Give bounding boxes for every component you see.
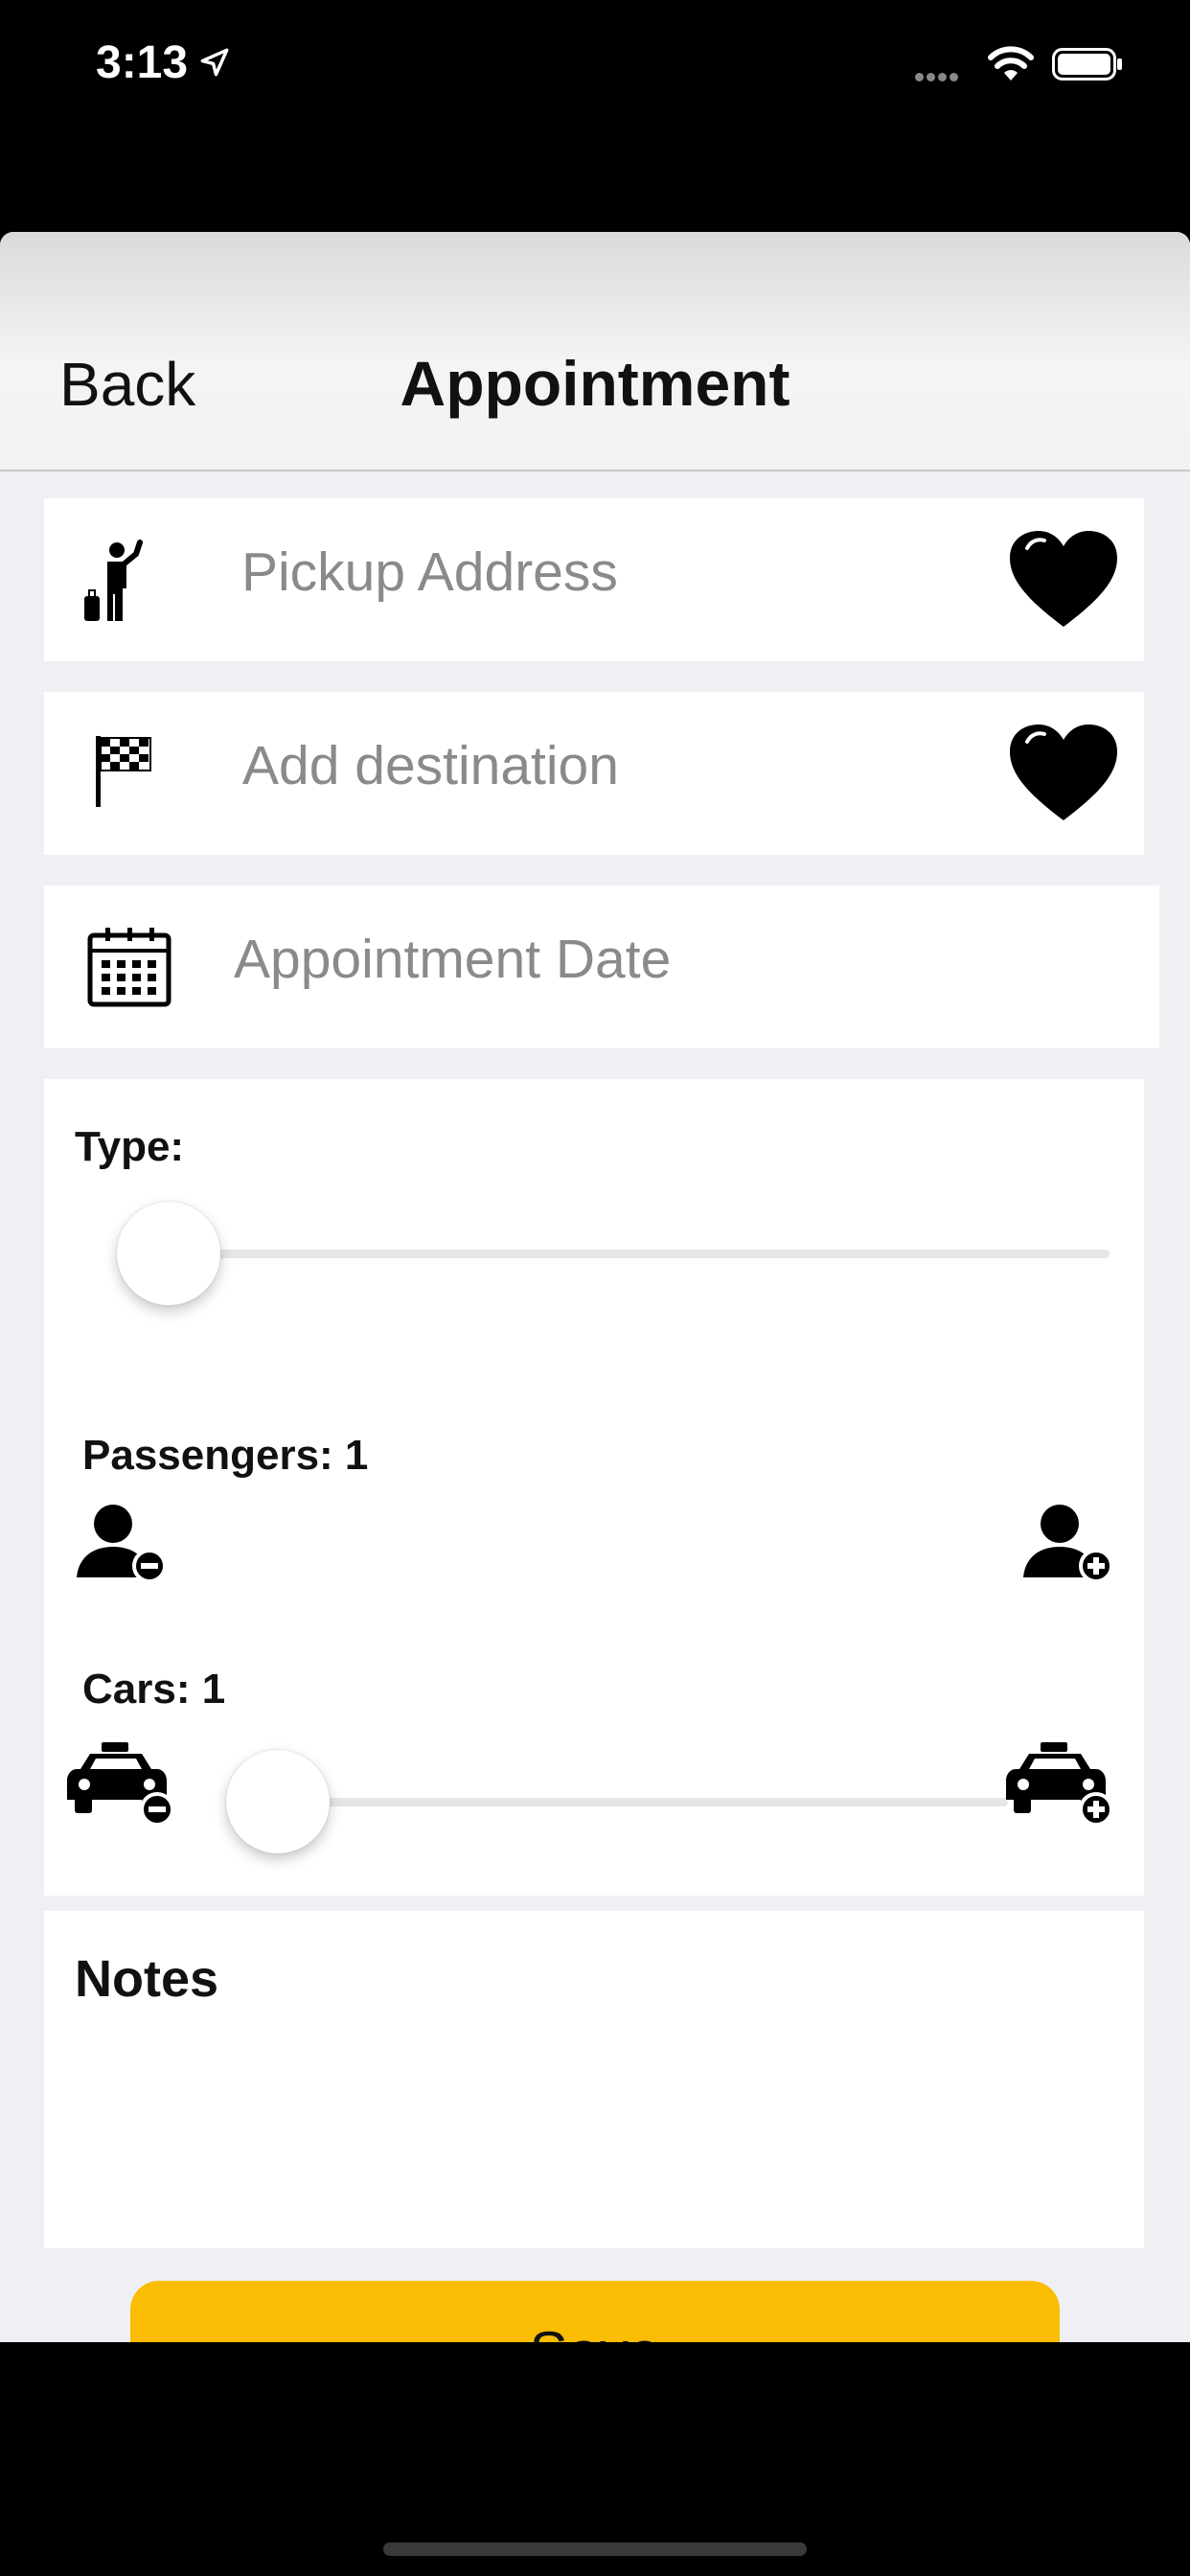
type-slider-thumb[interactable] [117,1202,220,1305]
hitchhiker-icon [84,540,143,621]
type-slider-track[interactable] [169,1250,1110,1258]
location-arrow-icon [200,48,229,77]
destination-input[interactable]: Add destination [242,734,619,797]
destination-field[interactable]: Add destination [44,692,1144,855]
appointment-date-field[interactable]: Appointment Date [44,886,1159,1048]
heart-icon[interactable] [1006,721,1121,824]
wifi-icon [988,46,1034,80]
navigation-bar: Back Appointment [0,232,1190,472]
person-plus-icon[interactable] [1019,1503,1115,1583]
person-minus-icon[interactable] [73,1503,169,1583]
notes-label: Notes [75,1950,219,2008]
home-indicator[interactable] [383,2542,807,2556]
cars-label: Cars: 1 [82,1666,226,1713]
notes-field[interactable]: Notes [44,1911,1144,2248]
appointment-date-input[interactable]: Appointment Date [234,928,671,991]
status-time: 3:13 [96,37,189,88]
cellular-signal-icon [915,69,961,86]
checkered-flag-icon [96,736,151,807]
save-button[interactable]: Save [130,2281,1060,2342]
battery-icon [1052,48,1122,80]
calendar-icon [87,928,172,1007]
pickup-address-field[interactable]: Pickup Address [44,498,1144,661]
appointment-sheet: Back Appointment Pickup Address Add dest… [0,232,1190,2342]
passengers-label: Passengers: 1 [82,1432,369,1479]
taxi-minus-icon[interactable] [63,1740,178,1827]
passengers-slider-thumb[interactable] [226,1750,330,1853]
taxi-plus-icon[interactable] [1002,1740,1117,1827]
type-label: Type: [75,1123,185,1170]
passengers-slider-track[interactable] [226,1798,1008,1806]
trip-options-card: Type: Passengers: 1 Cars: 1 [44,1079,1144,2080]
page-title: Appointment [400,348,790,419]
save-button-label: Save [130,2319,1060,2342]
status-bar: 3:13 [0,0,1190,134]
pickup-address-input[interactable]: Pickup Address [241,540,618,604]
heart-icon[interactable] [1006,527,1121,631]
